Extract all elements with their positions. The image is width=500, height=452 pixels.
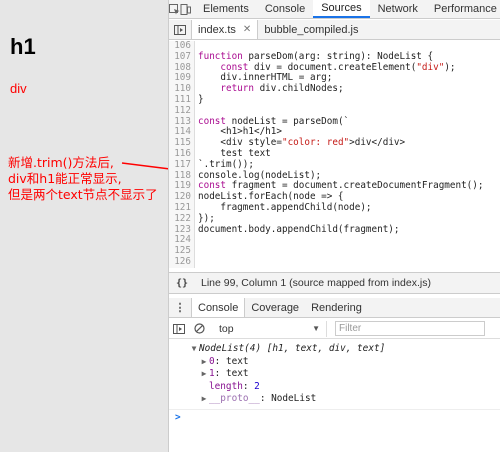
prompt-chevron-icon: > xyxy=(175,411,181,423)
drawer-tabs-bar: ⋮ Console Coverage Rendering xyxy=(169,298,500,318)
context-selector[interactable]: top ▼ xyxy=(213,320,327,337)
collapsed-triangle-icon[interactable]: ▶ xyxy=(199,368,209,381)
toggle-navigator-icon[interactable] xyxy=(169,20,191,39)
console-property[interactable]: ▶ 0: text xyxy=(169,356,500,369)
code-line[interactable]: 111} xyxy=(169,93,500,106)
code-line[interactable]: 123 document.body.appendChild(fragment); xyxy=(169,223,500,236)
line-number[interactable]: 112 xyxy=(169,105,195,117)
page-preview: h1 div 新增.trim()方法后, div和h1能正常显示, 但是两个te… xyxy=(0,0,168,452)
page-heading: h1 xyxy=(10,34,36,59)
line-number[interactable]: 107 xyxy=(169,51,195,63)
chevron-down-icon: ▼ xyxy=(312,324,320,333)
context-value: top xyxy=(219,322,234,335)
editor-status-bar: {} Line 99, Column 1 (source mapped from… xyxy=(169,272,500,294)
code-text: }); xyxy=(198,212,215,224)
tab-network[interactable]: Network xyxy=(370,0,426,18)
devtools-panel: Elements Console Sources Network Perform… xyxy=(168,0,500,452)
line-number[interactable]: 122 xyxy=(169,213,195,225)
collapsed-triangle-icon[interactable]: ▶ xyxy=(199,356,209,369)
tab-sources[interactable]: Sources xyxy=(313,0,370,18)
close-icon[interactable]: ✕ xyxy=(243,24,251,35)
console-log-entry[interactable]: ▼ NodeList(4) [h1, text, div, text] xyxy=(169,343,500,356)
expanded-triangle-icon[interactable]: ▼ xyxy=(189,343,199,356)
console-toolbar: top ▼ xyxy=(169,319,500,339)
file-tab-index-ts[interactable]: index.ts ✕ xyxy=(191,20,259,39)
drawer-tab-console[interactable]: Console xyxy=(191,298,246,317)
property-value: 2 xyxy=(254,380,260,392)
device-toolbar-icon[interactable] xyxy=(180,0,191,18)
code-line[interactable]: 107 function parseDom(arg: string): NodeL… xyxy=(169,51,500,63)
code-line[interactable]: 124 xyxy=(169,235,500,247)
annotation-line: 但是两个text节点不显示了 xyxy=(8,187,158,202)
code-text: `.trim()); xyxy=(198,158,254,170)
code-text: fragment.appendChild(node); xyxy=(198,201,372,213)
code-line[interactable]: 121 fragment.appendChild(node); xyxy=(169,201,500,214)
drawer-tab-rendering[interactable]: Rendering xyxy=(305,298,368,317)
inspect-element-icon[interactable] xyxy=(169,0,180,18)
console-property: length: 2 xyxy=(209,380,260,392)
code-line[interactable]: 126 xyxy=(169,256,500,268)
tab-elements[interactable]: Elements xyxy=(195,0,257,18)
clear-console-icon[interactable] xyxy=(189,323,209,334)
property-name: length xyxy=(209,380,243,392)
console-divider xyxy=(169,409,500,410)
code-text: document.body.appendChild(fragment); xyxy=(198,223,400,235)
devtools-topbar: Elements Console Sources Network Perform… xyxy=(169,0,500,19)
property-value: NodeList xyxy=(271,393,317,405)
cursor-position-text: Line 99, Column 1 (source mapped from in… xyxy=(201,277,431,289)
nodelist-summary: NodeList(4) [h1, text, div, text] xyxy=(199,343,386,354)
drawer-tab-coverage[interactable]: Coverage xyxy=(245,298,305,317)
console-output: ▼ NodeList(4) [h1, text, div, text] ▶ 0:… xyxy=(169,342,500,452)
code-editor[interactable]: 106 107 function parseDom(arg: string): No… xyxy=(169,41,500,269)
file-tab-label: bubble_compiled.js xyxy=(264,23,359,36)
code-text: return div.childNodes; xyxy=(220,83,344,95)
show-sidebar-icon[interactable] xyxy=(169,323,189,334)
file-tab-label: index.ts xyxy=(198,23,236,36)
drawer-menu-icon[interactable]: ⋮ xyxy=(169,298,191,317)
code-line[interactable]: 117 `.trim()); xyxy=(169,158,500,171)
collapsed-triangle-icon[interactable]: ▶ xyxy=(199,393,209,406)
file-tab-bubble-compiled[interactable]: bubble_compiled.js xyxy=(258,20,364,39)
code-line[interactable]: 125 xyxy=(169,245,500,257)
code-text: } xyxy=(198,93,204,105)
file-tabs-bar: index.ts ✕ bubble_compiled.js xyxy=(169,20,500,40)
console-prompt-line[interactable]: > xyxy=(169,412,500,425)
filter-input[interactable] xyxy=(335,321,485,336)
code-line[interactable]: 110 return div.childNodes; xyxy=(169,83,500,95)
console-property[interactable]: ▶ 1: text xyxy=(169,368,500,381)
property-value: text xyxy=(225,368,249,380)
console-property[interactable]: ▶ __proto__: NodeList xyxy=(169,393,500,406)
line-number[interactable]: 126 xyxy=(169,256,195,268)
page-red-div: div xyxy=(10,81,27,96)
tab-performance[interactable]: Performance xyxy=(426,0,500,18)
pretty-print-icon[interactable]: {} xyxy=(169,278,195,289)
code-line[interactable]: 122}); xyxy=(169,212,500,225)
property-name: __proto__ xyxy=(209,393,260,405)
property-value: text xyxy=(225,355,249,367)
line-number[interactable]: 117 xyxy=(169,159,195,171)
tab-console[interactable]: Console xyxy=(257,0,313,18)
